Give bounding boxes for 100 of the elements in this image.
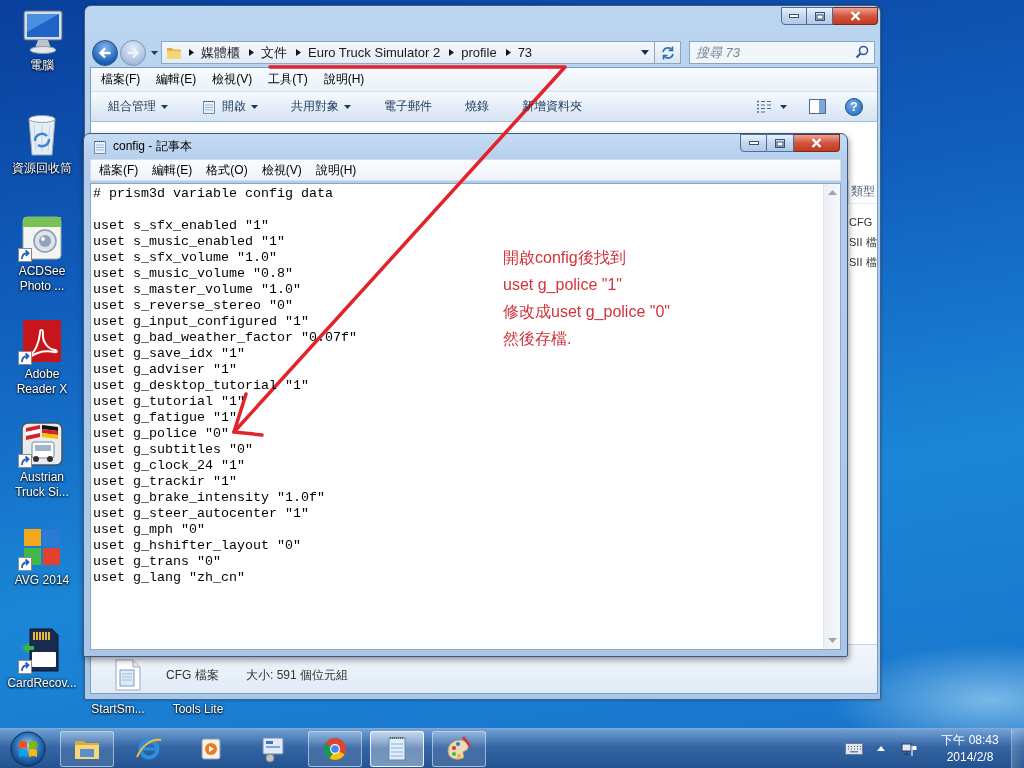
toolbar-button[interactable]: 共用對象	[283, 94, 359, 119]
caret-right-icon[interactable]	[296, 49, 301, 56]
text-line: uset g_fatigue "1"	[93, 410, 237, 426]
pane-layout-icon	[809, 99, 826, 114]
toolbar-button[interactable]: 開啟	[193, 94, 266, 119]
table-cell-text: SII 檔	[848, 255, 877, 270]
toolbar-button[interactable]: 燒錄	[457, 94, 497, 119]
close-icon	[849, 11, 861, 21]
annotation-text: uset g_police "1"	[503, 275, 622, 295]
close-icon	[811, 138, 822, 148]
text-line: uset g_save_idx "1"	[93, 346, 245, 362]
text-line: # prism3d variable config data	[93, 186, 333, 202]
toolbar-button[interactable]: 電子郵件	[376, 94, 440, 119]
maximize-icon	[814, 11, 825, 21]
toolbar-button[interactable]: 組合管理	[100, 94, 176, 119]
text-line: uset s_music_enabled "1"	[93, 234, 285, 250]
search-field[interactable]: 搜尋 73	[689, 41, 875, 64]
menu-item[interactable]: 說明(H)	[317, 71, 371, 88]
text-line: uset g_adviser "1"	[93, 362, 237, 378]
menu-item[interactable]: 檢視(V)	[206, 71, 259, 88]
minimize-button[interactable]	[740, 134, 767, 152]
maximize-icon	[775, 138, 785, 148]
caret-down-icon	[780, 104, 787, 109]
truck-flags-icon	[18, 420, 66, 468]
back-button[interactable]	[92, 39, 118, 66]
caret-up-icon	[877, 746, 885, 751]
text-line: uset g_mph "0"	[93, 522, 205, 538]
desktop-item-label[interactable]: Tools Lite	[168, 702, 228, 717]
breadcrumb[interactable]: 73	[515, 45, 535, 60]
close-button[interactable]	[833, 7, 878, 25]
arrow-right-icon	[126, 45, 140, 60]
desktop-item[interactable]: AVG 2014	[6, 523, 78, 588]
caret-right-icon[interactable]	[505, 49, 511, 56]
breadcrumb[interactable]: Euro Truck Simulator 2	[306, 45, 443, 60]
breadcrumb[interactable]: 文件	[259, 43, 289, 62]
view-list-icon	[756, 100, 772, 113]
desktop-item[interactable]: Austrian Truck Si...	[6, 420, 78, 500]
annotation-text: 修改成uset g_police "0"	[503, 302, 670, 322]
caret-right-icon[interactable]	[189, 49, 194, 56]
menu-item[interactable]: 編輯(E)	[146, 161, 199, 179]
breadcrumb[interactable]: profile	[459, 45, 499, 60]
text-line: uset s_sfx_volume "1.0"	[93, 250, 277, 266]
clock[interactable]: 下午 08:43 2014/2/8	[933, 731, 1007, 766]
text-line: uset s_sfx_enabled "1"	[93, 218, 269, 234]
taskbar-button[interactable]	[308, 730, 362, 767]
desktop-item[interactable]: CardRecov...	[6, 626, 78, 691]
close-button[interactable]	[794, 134, 840, 152]
minimize-icon	[789, 14, 799, 18]
table-cell-text: SII 檔	[848, 235, 877, 250]
minimize-button[interactable]	[781, 7, 807, 25]
network-icon[interactable]	[901, 740, 917, 757]
text-line: uset g_desktop_tutorial "1"	[93, 378, 309, 394]
annotation-text: 開啟config後找到	[503, 248, 626, 268]
refresh-button[interactable]	[655, 41, 681, 64]
desktop-item[interactable]: ACDSee Photo ...	[6, 214, 78, 294]
caret-right-icon[interactable]	[249, 49, 254, 56]
desktop-item[interactable]: 電腦	[6, 8, 78, 73]
arrow-left-icon	[98, 45, 112, 60]
table-cell-text: CFG	[848, 215, 874, 230]
text-line: uset g_hshifter_layout "0"	[93, 538, 301, 554]
menu-item[interactable]: 編輯(E)	[150, 71, 203, 88]
menu-item[interactable]: 檔案(F)	[93, 161, 145, 179]
text-line: uset g_trackir "1"	[93, 474, 237, 490]
menu-item[interactable]: 檔案(F)	[95, 71, 147, 88]
caret-down-icon	[641, 50, 649, 55]
text-line: uset g_lang "zh_cn"	[93, 570, 245, 586]
address-bar[interactable]: 媒體櫃 文件 Euro Truck Simulator 2 profile 73	[161, 41, 655, 64]
text-line: uset s_music_volume "0.8"	[93, 266, 293, 282]
text-line: uset g_trans "0"	[93, 554, 221, 570]
text-line: uset g_tutorial "1"	[93, 394, 245, 410]
search-icon[interactable]	[855, 45, 869, 59]
taskbar-button[interactable]	[432, 730, 486, 767]
minimize-icon	[748, 141, 759, 145]
text-line: uset g_subtitles "0"	[93, 442, 253, 458]
text-line: uset g_steer_autocenter "1"	[93, 506, 309, 522]
maximize-button[interactable]	[807, 7, 833, 25]
caret-right-icon[interactable]	[449, 49, 455, 56]
notepad-icon	[92, 138, 108, 155]
text-line: uset g_clock_24 "1"	[93, 458, 245, 474]
show-desktop-button[interactable]	[1011, 729, 1024, 768]
taskbar-button[interactable]	[60, 730, 114, 767]
maximize-button[interactable]	[767, 134, 794, 152]
menu-item[interactable]: 格式(O)	[200, 161, 254, 179]
menu-item[interactable]: 檢視(V)	[255, 161, 308, 179]
caret-down-icon	[150, 50, 158, 55]
text-line: uset g_police "0"	[93, 426, 229, 442]
document-icon	[115, 659, 141, 691]
menu-item[interactable]: 說明(H)	[309, 161, 363, 179]
desktop-item-label[interactable]: StartSm...	[88, 702, 148, 717]
desktop-item[interactable]: Adobe Reader X	[6, 317, 78, 397]
file-size-text: 大小: 591 個位元組	[246, 666, 349, 684]
keyboard-icon[interactable]	[845, 742, 863, 755]
desktop-item[interactable]: 資源回收筒	[6, 111, 78, 176]
start-orb-icon	[9, 729, 47, 768]
menu-item[interactable]: 工具(T)	[262, 71, 314, 88]
folder-icon	[166, 45, 182, 60]
text-line: uset g_input_configured "1"	[93, 314, 309, 330]
file-type-text: CFG 檔案	[166, 666, 220, 684]
window-title: config - 記事本	[113, 138, 192, 155]
breadcrumb[interactable]: 媒體櫃	[199, 43, 242, 62]
